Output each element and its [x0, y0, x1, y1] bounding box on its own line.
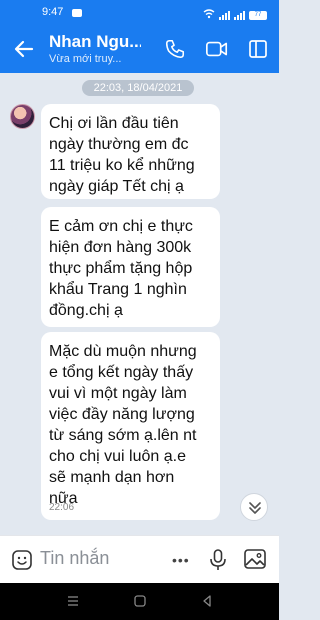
double-chevron-down-icon: [249, 502, 261, 514]
scroll-to-bottom-button[interactable]: [240, 493, 268, 521]
status-bar: 9:47 77: [0, 0, 279, 26]
last-seen-status: Vừa mới truy...: [49, 53, 122, 65]
message-text: Chị ơi lần đầu tiên ngày thường em đc 11…: [49, 115, 195, 195]
home-icon[interactable]: [133, 594, 147, 608]
message-text: E cảm ơn chị e thực hiện đơn hàng 300k t…: [49, 218, 193, 319]
notification-icon: [72, 9, 82, 17]
video-call-icon[interactable]: [205, 38, 228, 60]
system-icons: 77: [203, 6, 267, 24]
message-text: Mặc dù muộn nhưng e tổng kết ngày thấy v…: [49, 343, 197, 507]
microphone-icon[interactable]: [208, 548, 228, 572]
message-input[interactable]: Tin nhắn: [40, 548, 160, 569]
more-options-icon[interactable]: •••: [172, 552, 190, 568]
back-arrow-icon[interactable]: [12, 37, 36, 61]
emoji-icon[interactable]: [11, 549, 33, 571]
message-bubble[interactable]: Chị ơi lần đầu tiên ngày thường em đc 11…: [41, 104, 220, 199]
image-icon[interactable]: [243, 548, 267, 570]
message-bubble[interactable]: E cảm ơn chị e thực hiện đơn hàng 300k t…: [41, 207, 220, 327]
phone-call-icon[interactable]: [164, 38, 186, 60]
date-divider: 22:03, 18/04/2021: [82, 80, 194, 96]
message-composer: Tin nhắn •••: [0, 535, 279, 583]
status-time: 9:47: [42, 6, 64, 18]
avatar[interactable]: [10, 104, 35, 129]
wifi-icon: [203, 6, 215, 24]
message-bubble[interactable]: Mặc dù muộn nhưng e tổng kết ngày thấy v…: [41, 332, 220, 520]
recent-apps-icon[interactable]: [66, 594, 80, 608]
system-navigation-bar: [0, 583, 279, 620]
chat-header: Nhan Ngu... Vừa mới truy...: [0, 26, 279, 73]
message-time: 22:06: [49, 502, 75, 513]
back-icon[interactable]: [200, 594, 214, 608]
signal-2-icon: [234, 10, 245, 20]
menu-icon[interactable]: [247, 38, 269, 60]
contact-name[interactable]: Nhan Ngu...: [49, 32, 141, 52]
battery-icon: 77: [249, 10, 267, 20]
signal-icon: [219, 10, 230, 20]
